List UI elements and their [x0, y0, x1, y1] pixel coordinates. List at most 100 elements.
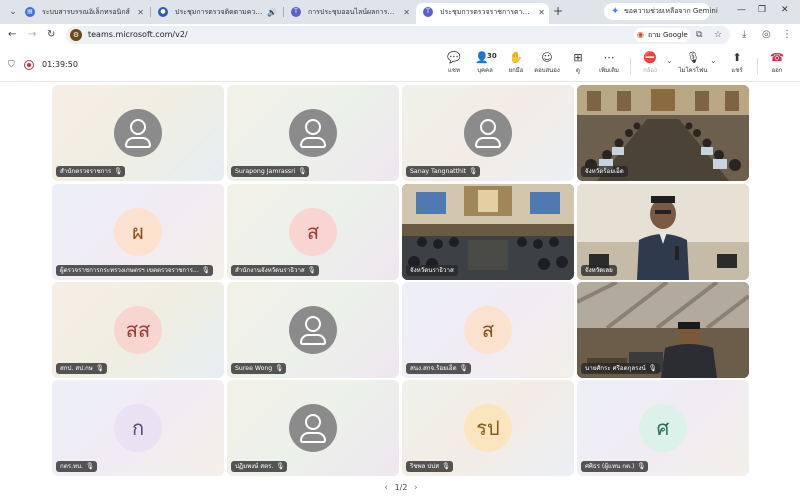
more-icon: ⋯ — [603, 51, 615, 64]
mic-muted-icon: 🎙 — [307, 266, 316, 274]
camera-off-icon: ⛔ — [643, 51, 657, 64]
install-app-icon[interactable]: ⧉ — [696, 28, 702, 42]
close-tab-icon[interactable]: ✕ — [538, 3, 545, 22]
mic-muted-icon: 🎙 — [274, 364, 284, 372]
default-avatar-icon — [289, 306, 337, 354]
back-icon[interactable]: ← — [8, 28, 16, 42]
forward-icon[interactable]: → — [28, 28, 36, 42]
download-icon[interactable]: ⤓ — [742, 28, 746, 42]
participant-tile[interactable]: ส สำนักงานจังหวัดนราธิวาส 🎙 — [227, 184, 399, 280]
mic-muted-icon: 🎙 — [113, 167, 123, 175]
participant-tile[interactable]: Sanay Tangnatthit 🎙 — [402, 85, 574, 181]
speaker-icon[interactable]: 🔊 — [267, 3, 277, 22]
participant-tile[interactable]: ผ ผู้ตรวจราชการกระทรวงเกษตรฯ เขตตรวจราชก… — [52, 184, 224, 280]
browser-tab-4-active[interactable]: T ประชุมการตรวจราชการตามแผนฯ ✕ — [416, 3, 549, 24]
mic-off-icon: 🎙 — [686, 51, 700, 64]
participant-tile[interactable]: ศ ศศิธร (ผู้แทน กต.) 🎙 — [577, 380, 749, 476]
participant-name: สำนักงานจังหวัดนราธิวาส 🎙 — [231, 265, 319, 276]
raise-hand-icon: ✋ — [509, 51, 523, 64]
leave-button[interactable]: ☎ ออก — [760, 50, 794, 80]
shield-icon: ⛉ — [8, 60, 15, 70]
mic-muted-icon: 🎙 — [298, 167, 307, 175]
more-button[interactable]: ⋯ เพิ่มเติม — [592, 50, 626, 80]
participant-tile[interactable]: รป ริชพล ปปส 🎙 — [402, 380, 574, 476]
view-button[interactable]: ⊞ ดู — [561, 50, 595, 80]
participant-tile[interactable]: สำนักตรวจราชการ 🎙 — [52, 85, 224, 181]
site-info-icon[interactable]: ⚙ — [70, 29, 82, 41]
previous-page-icon[interactable]: ‹ — [384, 483, 388, 493]
participant-name: ปฏิมพงษ์ สตร. 🎙 — [231, 461, 288, 472]
participant-name: นายศักระ ศรีอดกุลรงน์ 🎙 — [581, 363, 660, 374]
default-avatar-icon — [114, 109, 162, 157]
participant-video-tile[interactable]: จังหวัดนราธิวาส — [402, 184, 574, 280]
camera-button[interactable]: ⛔ กล้อง — [633, 50, 667, 80]
gemini-button[interactable]: ✦ ขอความช่วยเหลือจาก Gemini — [604, 3, 718, 20]
meeting-timer: 01:39:50 — [42, 60, 78, 69]
mic-muted-icon: 🎙 — [201, 266, 210, 274]
participant-video-tile[interactable]: จังหวัดเลย — [577, 184, 749, 280]
close-tab-icon[interactable]: ✕ — [137, 3, 144, 22]
next-page-icon[interactable]: › — [414, 483, 418, 493]
react-icon: ☺ — [541, 51, 553, 64]
recording-icon — [24, 60, 34, 70]
hang-up-icon: ☎ — [770, 51, 784, 64]
restore-icon[interactable]: ❐ — [758, 4, 766, 16]
initials-avatar: สส — [114, 306, 162, 354]
initials-avatar: ศ — [639, 404, 687, 452]
participant-tile[interactable]: Suree Wong 🎙 — [227, 282, 399, 378]
mic-options-chevron-icon[interactable]: ⌄ — [710, 56, 717, 65]
react-button[interactable]: ☺ ตอบสนอง — [530, 50, 564, 80]
share-icon: ⬆ — [732, 51, 742, 64]
mic-muted-icon: 🎙 — [441, 462, 450, 470]
initials-avatar: ส — [464, 306, 512, 354]
meeting-toolbar: ⛉ 01:39:50 💬 แชท 👤 30 บุคคล ✋ ยกมือ ☺ ตอ… — [0, 46, 800, 82]
close-window-icon[interactable]: ✕ — [781, 4, 789, 16]
google-ask-button[interactable]: ◉ ถาม Google — [634, 28, 690, 42]
participant-name: จังหวัดร้อยเอ็ด — [581, 166, 628, 177]
camera-options-chevron-icon[interactable]: ⌄ — [666, 56, 673, 65]
new-tab-button[interactable]: + — [553, 5, 563, 17]
participant-name: จังหวัดเลย — [581, 265, 617, 276]
mic-muted-icon: 🎙 — [95, 364, 104, 372]
participant-video-tile[interactable]: จังหวัดร้อยเอ็ด — [577, 85, 749, 181]
meeting-logo-icon: ● — [158, 7, 168, 17]
participant-name: Suree Wong 🎙 — [231, 363, 287, 374]
reload-icon[interactable]: ↻ — [47, 28, 55, 42]
document-icon: ▤ — [25, 7, 35, 17]
teams-icon: T — [423, 7, 433, 17]
raise-hand-button[interactable]: ✋ ยกมือ — [499, 50, 533, 80]
people-button[interactable]: 👤 30 บุคคล — [468, 50, 502, 80]
chat-button[interactable]: 💬 แชท — [437, 50, 471, 80]
participant-video-tile[interactable]: นายศักระ ศรีอดกุลรงน์ 🎙 — [577, 282, 749, 378]
share-button[interactable]: ⬆ แชร์ — [720, 50, 754, 80]
mic-muted-icon: 🎙 — [648, 364, 657, 372]
close-tab-icon[interactable]: ✕ — [403, 3, 410, 22]
mic-muted-icon: 🎙 — [468, 167, 478, 175]
url-field[interactable]: ⚙ teams.microsoft.com/v2/ ◉ ถาม Google ⧉… — [66, 26, 730, 44]
participant-tile[interactable]: ปฏิมพงษ์ สตร. 🎙 — [227, 380, 399, 476]
initials-avatar: ก — [114, 404, 162, 452]
mic-button[interactable]: 🎙 ไมโครโฟน — [676, 50, 710, 80]
participant-tile[interactable]: ส สนง.สกจ.ร้อยเอ็ด 🎙 — [402, 282, 574, 378]
browser-tab-strip: ⌄ ▤ ระบบสารบรรณอิเล็กทรอนิกส์ ✕ ● ประชุม… — [0, 0, 800, 24]
participant-tile[interactable]: Surapong Jamrassri 🎙 — [227, 85, 399, 181]
browser-tab-2[interactable]: ● ประชุมการตรวจติดตามความก้าวหน้า 🔊 — [151, 3, 281, 24]
participant-name: ผู้ตรวจราชการกระทรวงเกษตรฯ เขตตรวจราชการ… — [56, 265, 213, 276]
participant-name: Surapong Jamrassri 🎙 — [231, 166, 310, 177]
participant-tile[interactable]: สส สกป. สป.กษ 🎙 — [52, 282, 224, 378]
initials-avatar: รป — [464, 404, 512, 452]
initials-avatar: ผ — [114, 208, 162, 256]
profile-icon[interactable]: ◎ — [762, 28, 771, 42]
participant-tile[interactable]: ก กตร.ทบ. 🎙 — [52, 380, 224, 476]
participant-name: สนง.สกจ.ร้อยเอ็ด 🎙 — [406, 363, 471, 374]
participant-name: ริชพล ปปส 🎙 — [406, 461, 453, 472]
participant-name: กตร.ทบ. 🎙 — [56, 461, 98, 472]
browser-tab-3[interactable]: T การประชุมออนไลน์ผลการสนทนาฯ ✕ — [284, 3, 414, 24]
browser-tab-1[interactable]: ▤ ระบบสารบรรณอิเล็กทรอนิกส์ ✕ — [18, 3, 148, 24]
browser-menu-icon[interactable]: ⋮ — [782, 28, 792, 42]
default-avatar-icon — [289, 109, 337, 157]
chat-icon: 💬 — [447, 51, 461, 64]
bookmark-star-icon[interactable]: ☆ — [714, 28, 722, 42]
mic-muted-icon: 🎙 — [459, 364, 468, 372]
minimize-icon[interactable]: — — [737, 4, 746, 16]
